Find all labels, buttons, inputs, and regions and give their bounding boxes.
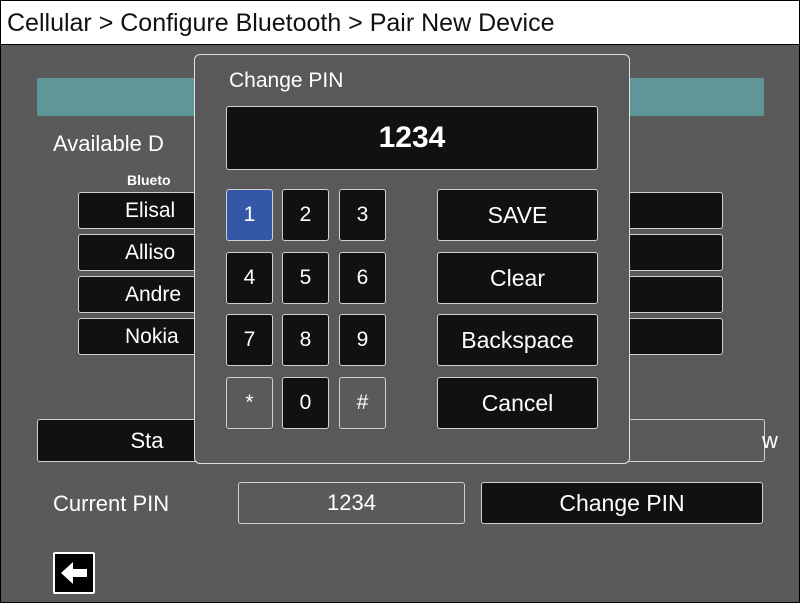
app-window: Cellular > Configure Bluetooth > Pair Ne…: [0, 0, 800, 603]
breadcrumb: Cellular > Configure Bluetooth > Pair Ne…: [1, 1, 799, 45]
key-3[interactable]: 3: [339, 189, 386, 241]
key-4[interactable]: 4: [226, 252, 273, 304]
pin-entry-display: 1234: [226, 106, 598, 170]
current-pin-value: 1234: [238, 482, 465, 524]
change-pin-dialog: Change PIN 1234 1 2 3 4 5 6 7 8 9 * 0 # …: [194, 54, 630, 464]
clear-button[interactable]: Clear: [437, 252, 598, 304]
back-button[interactable]: [53, 552, 95, 594]
save-button[interactable]: SAVE: [437, 189, 598, 241]
arrow-left-icon: [61, 562, 87, 584]
key-star[interactable]: *: [226, 377, 273, 429]
change-pin-button[interactable]: Change PIN: [481, 482, 763, 524]
bluetooth-column-header: Blueto: [127, 172, 171, 188]
key-8[interactable]: 8: [282, 314, 329, 366]
key-7[interactable]: 7: [226, 314, 273, 366]
key-2[interactable]: 2: [282, 189, 329, 241]
dialog-title: Change PIN: [229, 69, 344, 92]
key-1[interactable]: 1: [226, 189, 273, 241]
available-devices-label: Available D: [53, 131, 164, 156]
key-5[interactable]: 5: [282, 252, 329, 304]
cancel-button[interactable]: Cancel: [437, 377, 598, 429]
key-9[interactable]: 9: [339, 314, 386, 366]
key-hash[interactable]: #: [339, 377, 386, 429]
backspace-button[interactable]: Backspace: [437, 314, 598, 366]
current-pin-label: Current PIN: [53, 491, 170, 516]
key-0[interactable]: 0: [282, 377, 329, 429]
key-6[interactable]: 6: [339, 252, 386, 304]
